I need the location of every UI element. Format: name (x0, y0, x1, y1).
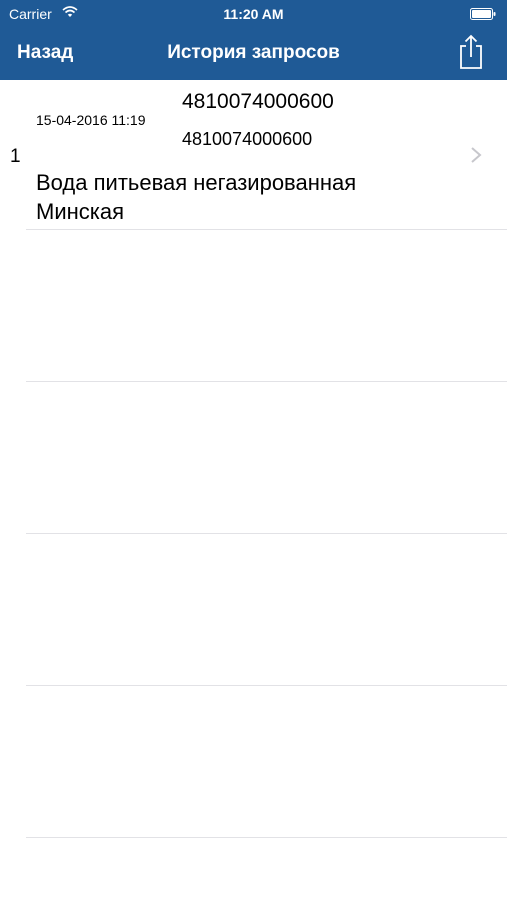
barcode-secondary: 4810074000600 (182, 129, 313, 149)
page-title: История запросов (167, 42, 340, 63)
row-separator (26, 685, 507, 686)
share-icon[interactable] (457, 34, 485, 70)
product-name: Вода питьевая негазированная Минская (36, 170, 357, 224)
row-separator (26, 229, 507, 230)
status-bar: Carrier 11:20 AM (0, 0, 507, 28)
row-separator (26, 381, 507, 382)
battery-icon (470, 8, 496, 20)
chevron-right-icon (471, 147, 482, 163)
status-time: 11:20 AM (223, 6, 284, 22)
request-date: 15-04-2016 11:19 (36, 112, 146, 128)
history-row[interactable]: 1 15-04-2016 11:19 4810074000600 4810074… (0, 80, 507, 230)
top-bar: Carrier 11:20 AM Назад История запросов (0, 0, 507, 80)
row-index: 1 (10, 146, 21, 167)
row-separator (26, 837, 507, 838)
navigation-bar: Назад История запросов (0, 28, 507, 80)
row-separator (26, 533, 507, 534)
history-list: 1 15-04-2016 11:19 4810074000600 4810074… (0, 80, 507, 900)
barcode-primary: 4810074000600 (182, 90, 334, 113)
